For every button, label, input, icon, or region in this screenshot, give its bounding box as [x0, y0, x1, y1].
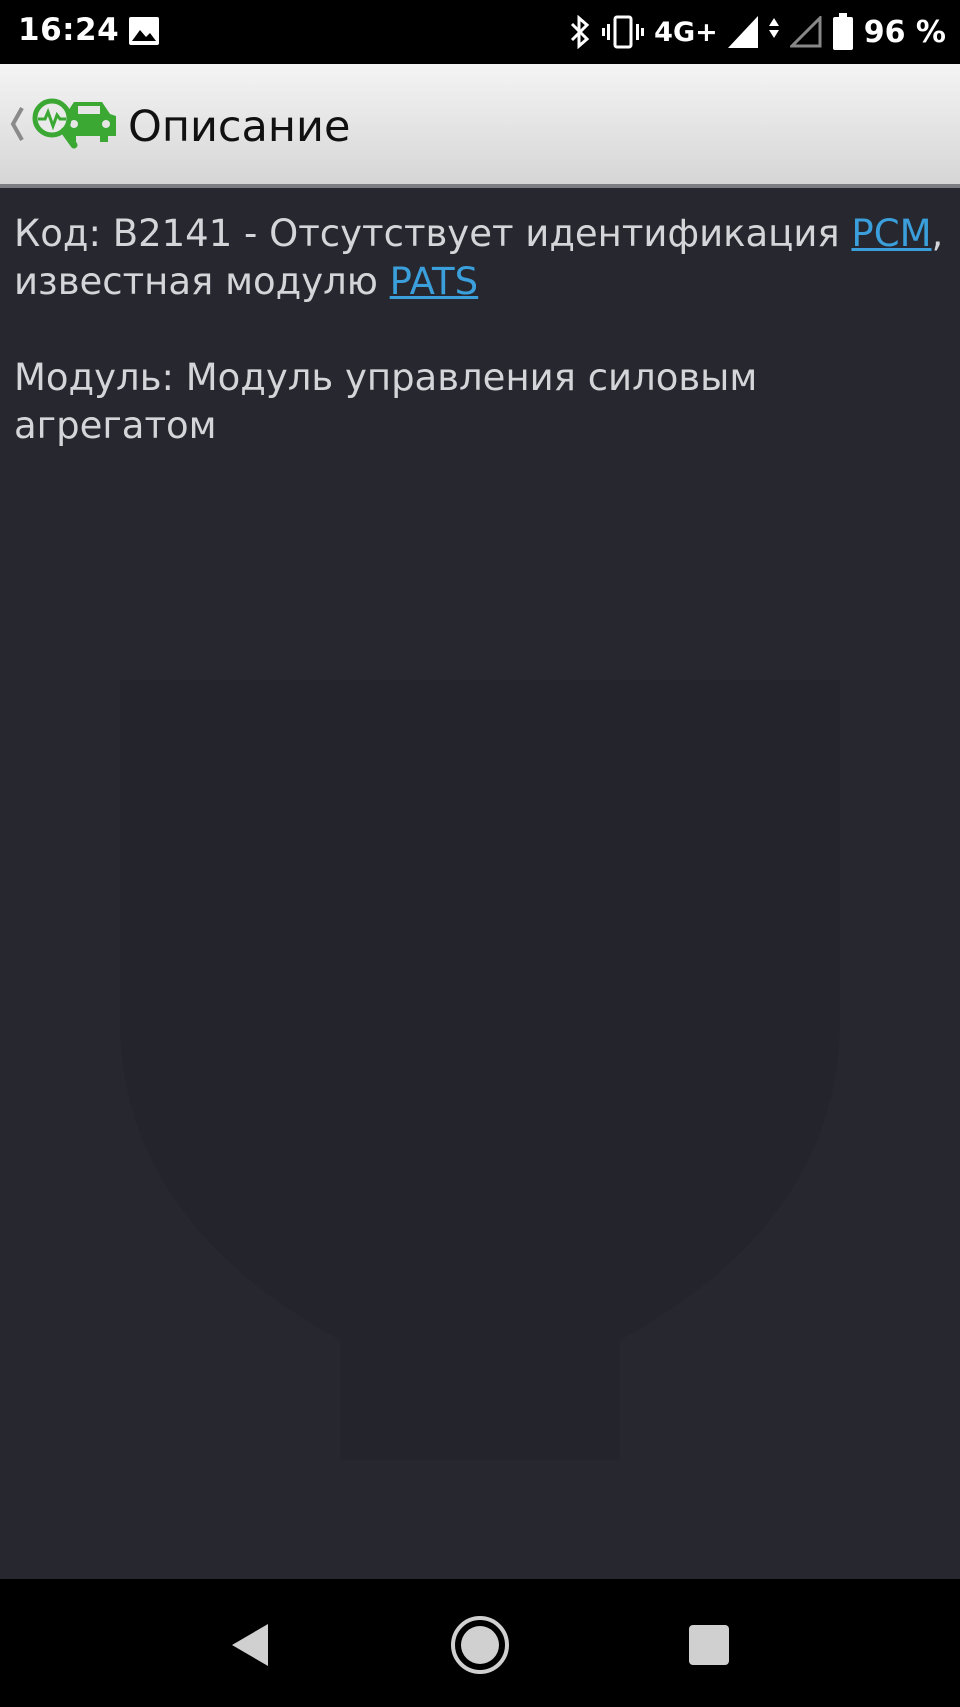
- network-type: 4G+: [654, 16, 718, 48]
- back-chevron-icon[interactable]: [8, 104, 26, 144]
- car-diagnostic-logo-icon[interactable]: [28, 92, 120, 156]
- bluetooth-icon: [571, 15, 590, 49]
- status-bar: 16:24 4G+ 96 %: [0, 0, 960, 64]
- vibrate-icon: [602, 15, 645, 49]
- signal-icon: [727, 16, 758, 48]
- recents-square-icon: [689, 1625, 729, 1665]
- status-icons: 4G+ 96 %: [568, 10, 946, 54]
- home-circle-icon: [451, 1616, 509, 1674]
- module-description: Модуль: Модуль управления силовым агрега…: [14, 356, 758, 447]
- action-bar: Описание: [0, 64, 960, 188]
- signal-empty-icon: [789, 16, 822, 48]
- pcm-link[interactable]: PCM: [851, 212, 931, 255]
- pats-link[interactable]: PATS: [390, 260, 478, 303]
- nav-home-button[interactable]: [444, 1609, 516, 1681]
- nav-back-button[interactable]: [214, 1609, 286, 1681]
- page-title: Описание: [128, 102, 351, 152]
- battery-percent: 96 %: [863, 14, 946, 50]
- battery-icon: [832, 13, 853, 50]
- gallery-icon: [129, 17, 159, 45]
- navigation-bar: [0, 1579, 960, 1707]
- data-arrows-icon: [768, 18, 779, 38]
- nav-recents-button[interactable]: [673, 1609, 745, 1681]
- description-content: Код: B2141 - Отсутствует идентификация P…: [14, 210, 944, 450]
- screen: 16:24 4G+ 96 % Описание Код: B2141 - Отс…: [0, 0, 960, 1707]
- watermark-icon: [120, 680, 840, 1460]
- back-triangle-icon: [232, 1624, 268, 1666]
- status-time: 16:24: [18, 12, 120, 48]
- code-description: Код: B2141 - Отсутствует идентификация P…: [14, 210, 944, 306]
- code-prefix: Код: B2141 - Отсутствует идентификация: [14, 212, 852, 255]
